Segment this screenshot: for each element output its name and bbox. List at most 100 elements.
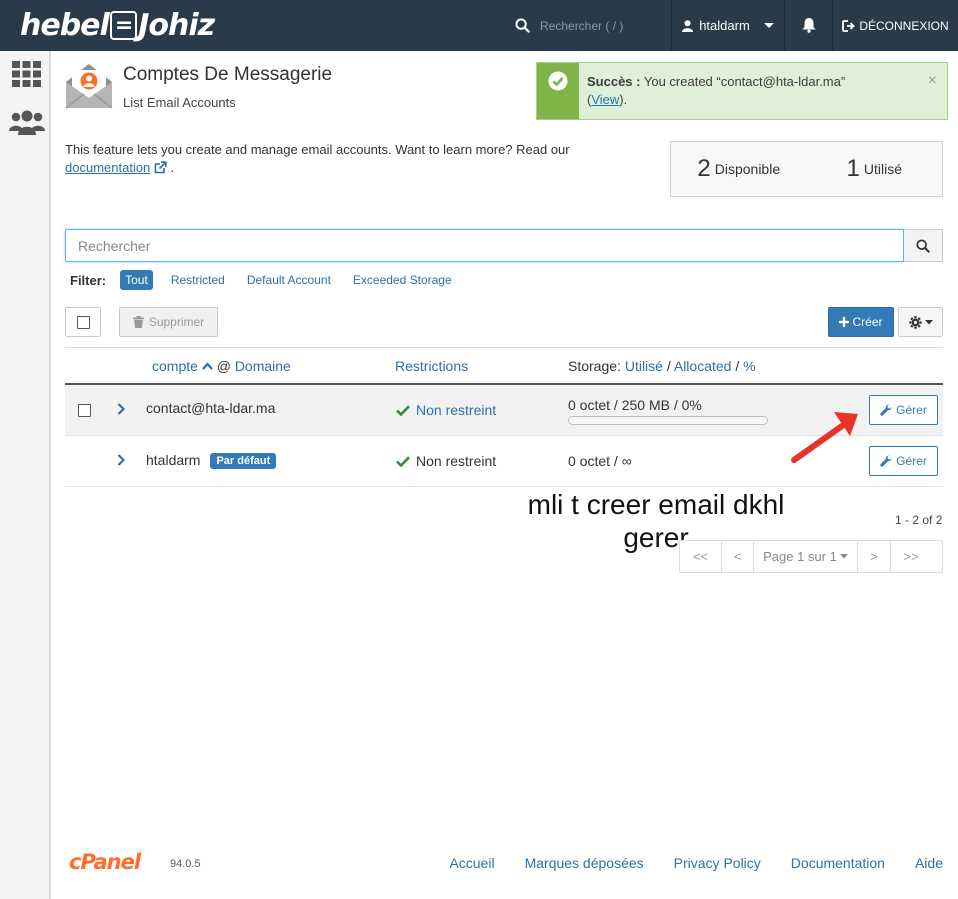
- caret-down-icon: [839, 554, 848, 559]
- notifications-button[interactable]: [784, 0, 832, 51]
- manage-button[interactable]: Gérer: [869, 395, 938, 425]
- alert-view-link[interactable]: View: [591, 92, 619, 107]
- manage-label: Gérer: [896, 454, 927, 468]
- stats-panel: 2 Disponible 1 Utilisé: [670, 141, 943, 197]
- caret-down-icon: [763, 22, 774, 28]
- search-icon: [515, 18, 530, 33]
- logout-icon: [842, 19, 856, 32]
- alert-title: Succès :: [587, 74, 641, 89]
- main-content: Comptes De Messagerie List Email Account…: [51, 51, 958, 899]
- expand-row-chevron-icon[interactable]: [117, 453, 126, 469]
- account-name: contact@hta-ldar.ma: [146, 400, 276, 416]
- sort-storage-used-link[interactable]: Utilisé: [625, 358, 663, 374]
- create-button[interactable]: Créer: [828, 307, 894, 337]
- filter-exceeded-storage[interactable]: Exceeded Storage: [353, 273, 452, 287]
- col-account-domain: compte @ Domaine: [152, 358, 291, 374]
- user-menu[interactable]: htaldarm: [671, 0, 784, 51]
- page-select-label: Page 1 sur 1: [763, 549, 837, 564]
- footer-links: Accueil Marques déposées Privacy Policy …: [449, 855, 943, 871]
- col-storage: Storage: Utilisé / Allocated / %: [568, 358, 756, 374]
- sort-up-icon: [201, 362, 213, 370]
- expand-row-chevron-icon[interactable]: [117, 402, 126, 418]
- search-input[interactable]: [65, 229, 904, 262]
- intro-end: .: [170, 160, 175, 175]
- stat-available-label: Disponible: [714, 161, 781, 177]
- documentation-link[interactable]: documentation: [65, 160, 150, 175]
- restriction-status[interactable]: Non restreint: [396, 402, 496, 418]
- sort-storage-allocated-link[interactable]: Allocated: [674, 358, 732, 374]
- storage-usage: 0 octet / 250 MB / 0%: [568, 397, 702, 413]
- wrench-icon: [880, 404, 892, 416]
- stat-used: 1 Utilisé: [807, 155, 943, 183]
- col-storage-prefix: Storage:: [568, 358, 621, 374]
- checkbox-box: [78, 404, 91, 417]
- page-next-button[interactable]: >: [858, 541, 891, 572]
- search-icon: [916, 238, 930, 253]
- gear-icon: [908, 315, 922, 329]
- delete-label: Supprimer: [148, 315, 205, 329]
- sort-domain-link[interactable]: Domaine: [235, 358, 291, 374]
- restriction-label: Non restreint: [416, 453, 497, 469]
- brand-logo[interactable]: hebel = Johiz: [20, 8, 215, 43]
- col-at-sign: @: [216, 358, 231, 374]
- sidebar: [0, 51, 51, 899]
- success-alert: Succès : You created “contact@hta-ldar.m…: [536, 62, 948, 120]
- manage-button[interactable]: Gérer: [869, 446, 938, 476]
- intro-text: This feature lets you create and manage …: [65, 141, 645, 177]
- email-envelope-icon: [64, 62, 114, 110]
- top-navbar: hebel = Johiz Rechercher ( / ) htaldarm DÉ…: [0, 0, 958, 51]
- annotation-arrow: [791, 412, 858, 463]
- default-account-badge: Par défaut: [210, 453, 277, 469]
- users-group-icon[interactable]: [9, 108, 45, 138]
- footer-link-trademarks[interactable]: Marques déposées: [525, 855, 644, 871]
- cpanel-logo[interactable]: cPanel: [69, 850, 141, 874]
- logout-label: DÉCONNEXION: [859, 18, 949, 33]
- filter-all[interactable]: Tout: [120, 270, 153, 290]
- logout-button[interactable]: DÉCONNEXION: [832, 0, 958, 51]
- settings-dropdown-button[interactable]: [898, 307, 943, 337]
- footer-link-home[interactable]: Accueil: [449, 855, 494, 871]
- check-icon: [396, 404, 410, 416]
- filter-default-account[interactable]: Default Account: [247, 273, 331, 287]
- row-checkbox[interactable]: [78, 404, 91, 417]
- alert-close-icon[interactable]: ×: [928, 72, 937, 90]
- external-link-icon: [154, 161, 167, 174]
- restriction-status: Non restreint: [396, 453, 496, 469]
- page-last-button[interactable]: >>: [891, 541, 931, 572]
- page-prev-button[interactable]: <: [722, 541, 754, 572]
- filter-restricted[interactable]: Restricted: [171, 273, 225, 287]
- check-circle-icon: [548, 71, 568, 91]
- restriction-label: Non restreint: [416, 402, 497, 418]
- page-title: Comptes De Messagerie: [123, 64, 333, 85]
- stat-used-count: 1: [846, 155, 860, 182]
- col-storage-sep: /: [735, 358, 740, 374]
- account-name-cell: htaldarm Par défaut: [146, 452, 277, 469]
- trash-icon: [132, 316, 144, 328]
- table-header: compte @ Domaine Restrictions Storage: U…: [65, 347, 943, 385]
- user-icon: [682, 19, 694, 32]
- sort-restrictions-link[interactable]: Restrictions: [395, 358, 468, 374]
- sort-account-link[interactable]: compte: [152, 358, 198, 374]
- delete-button[interactable]: Supprimer: [119, 307, 218, 337]
- alert-text: You created “contact@hta-ldar.ma”: [643, 74, 846, 89]
- wrench-icon: [880, 455, 892, 467]
- footer-link-help[interactable]: Aide: [915, 855, 943, 871]
- logo-text-right: Johiz: [138, 8, 215, 43]
- create-label: Créer: [852, 315, 883, 329]
- search-bar: [65, 229, 943, 262]
- page-first-button[interactable]: <<: [680, 541, 722, 572]
- pagination: << < Page 1 sur 1 > >>: [679, 540, 943, 573]
- select-all-checkbox[interactable]: [65, 307, 101, 337]
- footer-link-documentation[interactable]: Documentation: [791, 855, 885, 871]
- alert-message: Succès : You created “contact@hta-ldar.m…: [587, 73, 907, 109]
- page-select[interactable]: Page 1 sur 1: [754, 541, 858, 572]
- username: htaldarm: [699, 18, 750, 33]
- plus-icon: [839, 317, 850, 327]
- alert-icon-cell: [537, 63, 579, 119]
- search-button[interactable]: [904, 229, 943, 262]
- check-icon: [396, 455, 410, 467]
- apps-grid-icon[interactable]: [11, 59, 41, 89]
- sort-storage-percent-link[interactable]: %: [743, 358, 755, 374]
- footer-link-privacy[interactable]: Privacy Policy: [674, 855, 761, 871]
- global-search[interactable]: Rechercher ( / ): [505, 0, 670, 51]
